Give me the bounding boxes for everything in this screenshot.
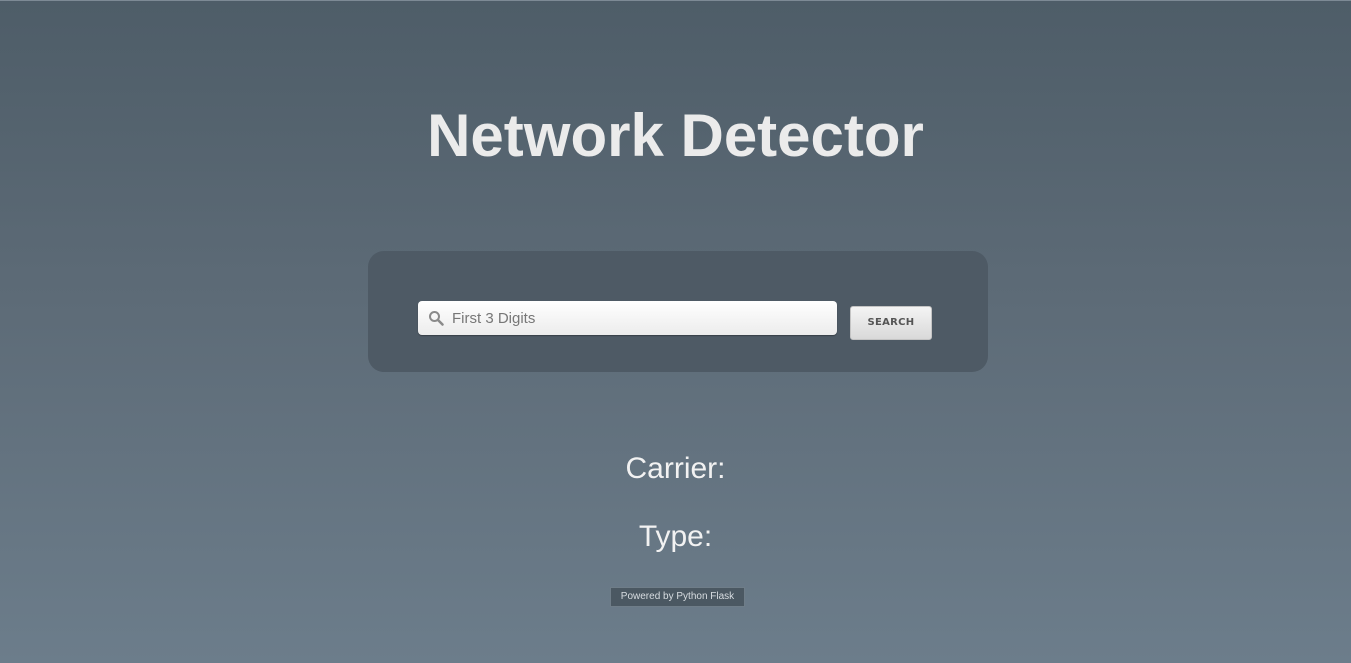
search-panel: SEARCH: [368, 251, 988, 372]
powered-by-badge[interactable]: Powered by Python Flask: [610, 587, 745, 607]
type-label: Type:: [638, 520, 713, 553]
page-title: Network Detector: [427, 102, 924, 169]
carrier-label: Carrier:: [625, 452, 726, 485]
search-button[interactable]: SEARCH: [850, 306, 932, 340]
search-box[interactable]: [418, 301, 837, 335]
search-input[interactable]: [452, 301, 827, 335]
search-icon: [428, 310, 444, 326]
